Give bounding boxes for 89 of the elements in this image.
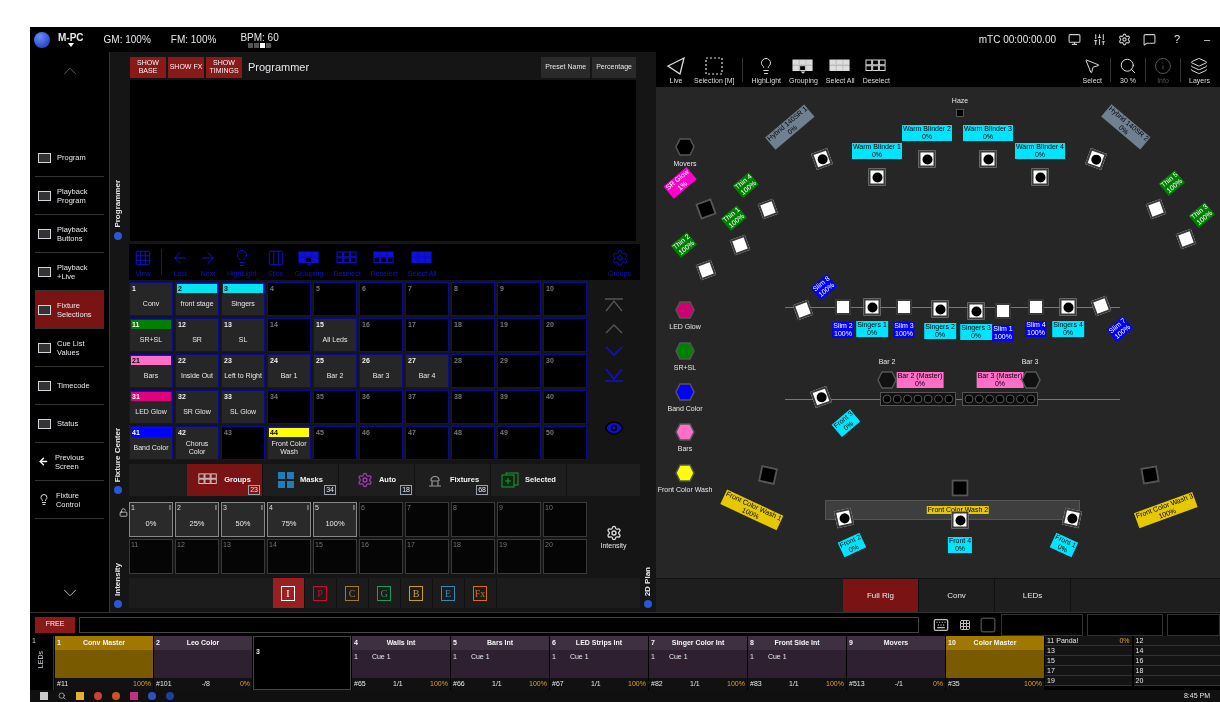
dark-lamp-icon <box>757 464 779 486</box>
eye-icon[interactable] <box>603 418 624 438</box>
settings-icon <box>610 248 629 267</box>
dark-lamp-icon <box>951 479 969 497</box>
bpm-readout: BPM: 60 <box>240 31 279 43</box>
led-bar-icon <box>962 392 1038 406</box>
screen-icon <box>38 342 51 353</box>
screen-icon <box>38 266 51 277</box>
hexagon-icon <box>1021 371 1041 389</box>
scroll-top-icon[interactable] <box>603 298 624 312</box>
back-arrow-icon <box>38 455 49 468</box>
squares-icon <box>278 472 295 488</box>
gear-icon <box>605 524 622 541</box>
attribute-tab[interactable]: G <box>368 578 401 608</box>
start-icon[interactable] <box>40 692 48 700</box>
app-icon[interactable] <box>94 692 102 700</box>
master-level: GM: 100% <box>103 33 151 47</box>
panel-title: Programmer <box>248 59 310 75</box>
help-button[interactable]: ? <box>1168 31 1186 48</box>
logo-icon <box>34 31 50 48</box>
fixture-center-side-label: Fixture Center <box>112 427 123 482</box>
square-icon[interactable] <box>979 615 997 634</box>
intensity-side-label: Intensity <box>112 563 123 596</box>
master-level: FM: 100% <box>170 33 217 47</box>
plan-view-tab[interactable]: Full Rig <box>843 579 919 612</box>
settings-icon[interactable] <box>1118 33 1131 46</box>
group-hexagon-icon[interactable] <box>675 464 695 482</box>
timecode-readout: mTC 00:00:00.00 <box>978 33 1056 47</box>
page-indicator-icon[interactable] <box>260 42 266 48</box>
search-icon[interactable] <box>58 692 66 700</box>
attribute-tab[interactable]: C <box>336 578 369 608</box>
attribute-letter: Fx <box>472 585 488 601</box>
app-icon[interactable] <box>112 692 120 700</box>
plan-side-label: 2D Plan <box>642 566 653 596</box>
keyboard-icon[interactable] <box>933 616 949 633</box>
square-lamp-icon <box>995 303 1011 319</box>
screen-icon <box>38 380 51 391</box>
attribute-letter: C <box>345 585 359 601</box>
dark-lamp-icon <box>695 198 717 220</box>
scroll-up-icon[interactable] <box>603 324 624 334</box>
cursor-icon <box>1083 56 1102 75</box>
grouping-icon <box>297 251 320 267</box>
sliders-icon[interactable] <box>1093 33 1106 46</box>
attribute-letter: I <box>281 585 295 601</box>
screen-icon <box>38 228 51 239</box>
lightbulb-icon <box>38 493 50 506</box>
triangle-icon <box>666 56 686 75</box>
info-icon <box>1154 56 1172 75</box>
led-bar-icon <box>880 392 956 406</box>
group-hexagon-icon[interactable] <box>675 423 695 441</box>
attribute-letter: G <box>377 585 391 601</box>
screen-icon <box>38 152 51 163</box>
minimize-button[interactable]: – <box>1198 31 1216 48</box>
dark-lamp-icon <box>1140 465 1160 485</box>
screens-icon[interactable] <box>1068 33 1081 46</box>
layers-icon <box>1190 56 1209 75</box>
attribute-letter: B <box>409 585 423 601</box>
caret-icon[interactable] <box>67 43 74 47</box>
screen-icon <box>38 190 51 201</box>
unlock-icon[interactable] <box>118 508 128 517</box>
hexagon-icon <box>877 371 897 389</box>
stacked-squares-icon <box>501 472 520 488</box>
columns-icon <box>266 248 285 267</box>
app-name[interactable]: M-PC <box>58 32 84 43</box>
search-icon <box>1119 56 1137 75</box>
screen-icon <box>38 418 51 429</box>
app-icon[interactable] <box>166 692 174 700</box>
dashed-square-icon <box>705 56 724 75</box>
grid-icon[interactable] <box>959 618 971 631</box>
screen-icon <box>38 304 51 315</box>
command-line-field[interactable] <box>79 616 919 633</box>
grid-icon <box>134 248 152 267</box>
square-lamp-icon <box>1028 299 1044 315</box>
gear-icon <box>356 472 373 488</box>
chat-icon[interactable] <box>1143 33 1156 46</box>
programmer-side-label: Programmer <box>112 180 123 228</box>
small-square-icon <box>956 109 964 117</box>
attribute-tab[interactable]: Fx <box>464 578 497 608</box>
attribute-tab[interactable]: B <box>400 578 433 608</box>
grid-icon <box>198 473 219 487</box>
attribute-letter: E <box>441 585 455 601</box>
scroll-bottom-icon[interactable] <box>603 368 624 382</box>
attribute-tab[interactable]: E <box>432 578 465 608</box>
attribute-letter: P <box>313 585 327 601</box>
square-lamp-icon <box>896 299 912 315</box>
square-lamp-icon <box>835 299 851 315</box>
grouping-icon <box>792 59 815 75</box>
attribute-tab[interactable]: I <box>272 578 305 608</box>
app-icon[interactable] <box>148 692 156 700</box>
